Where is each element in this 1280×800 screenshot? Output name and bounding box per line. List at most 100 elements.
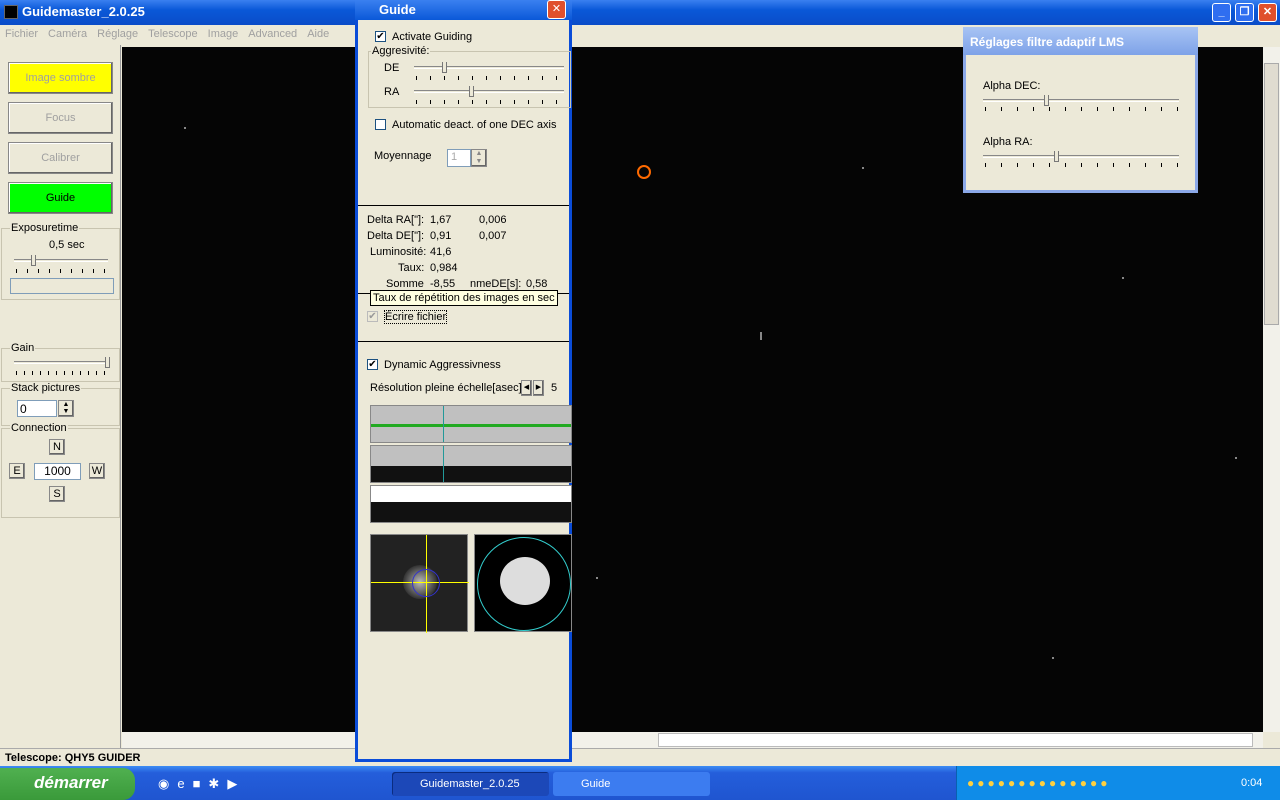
stack-input[interactable]: 0 [17, 400, 57, 417]
taskbar: démarrer ◉e■✱▶ Guidemaster_2.0.25 Guide … [0, 766, 1280, 800]
dynamic-aggressiveness-label: Dynamic Aggressivness [384, 359, 501, 371]
horizontal-scrollbar[interactable] [122, 732, 1263, 748]
resolution-label: Résolution pleine échelle[asec]: [370, 382, 525, 394]
menu-fichier[interactable]: Fichier [0, 25, 43, 43]
dark-image-button[interactable]: Image sombre [8, 62, 113, 94]
delta-ra-value-2: 0,006 [479, 214, 507, 226]
alpha-dec-slider[interactable] [983, 99, 1179, 102]
alpha-ra-thumb[interactable] [1054, 151, 1059, 162]
moyennage-input[interactable]: 1 [447, 149, 471, 167]
alpha-ra-slider[interactable] [983, 155, 1179, 158]
exposure-slider[interactable] [14, 259, 108, 262]
maximize-button[interactable]: ❐ [1235, 3, 1254, 22]
focus-button[interactable]: Focus [8, 102, 113, 134]
delta-de-label: Delta DE["]: [367, 230, 425, 242]
gain-slider-thumb[interactable] [105, 357, 110, 368]
quick-launch-icons[interactable]: ◉e■✱▶ [158, 776, 258, 792]
sum-de-label: nmeDE[s]: [470, 278, 522, 290]
guide-button[interactable]: Guide [8, 182, 113, 214]
exposure-slider-thumb[interactable] [31, 255, 36, 266]
rate-value: 0,984 [430, 262, 458, 274]
divider [358, 341, 569, 342]
task-guide[interactable]: Guide [553, 772, 710, 796]
delta-ra-value: 1,67 [430, 214, 452, 226]
divider [358, 205, 569, 206]
de-label: DE [384, 62, 400, 74]
menu-aide[interactable]: Aide [302, 25, 334, 43]
gain-group: Gain [1, 342, 120, 382]
sum-de-value: 0,58 [526, 278, 548, 290]
start-button[interactable]: démarrer [0, 768, 135, 800]
clock: 0:04 [1241, 777, 1263, 789]
dynamic-aggressiveness-checkbox[interactable]: ✔ [367, 359, 378, 370]
south-button[interactable]: S [49, 486, 65, 502]
delta-de-value-2: 0,007 [479, 230, 507, 242]
write-file-checkbox[interactable]: ✔ [367, 311, 378, 322]
auto-deact-label: Automatic deact. of one DEC axis [392, 119, 557, 131]
resolution-increase[interactable]: ▶ [533, 380, 544, 396]
stack-label: Stack pictures [10, 382, 82, 394]
tooltip: Taux de répétition des images en sec [370, 290, 558, 306]
slider-ticks [985, 107, 1181, 111]
vertical-scrollbar[interactable] [1263, 47, 1280, 732]
pulse-duration-input[interactable]: 1000 [34, 463, 81, 480]
moyennage-spinner[interactable]: ▲ ▼ [471, 149, 487, 167]
luminosity-label: Luminosité: [370, 246, 427, 258]
aggressiveness-group: Aggresivité: DE RA [368, 45, 571, 108]
delta-ra-label: Delta RA["]: [367, 214, 425, 226]
de-slider-thumb[interactable] [442, 62, 447, 73]
de-aggressiveness-slider[interactable] [414, 66, 564, 69]
gain-label: Gain [10, 342, 36, 354]
calibrate-button[interactable]: Calibrer [8, 142, 113, 174]
gain-slider[interactable] [14, 361, 108, 364]
resolution-value: 5 [551, 382, 558, 394]
east-button[interactable]: E [9, 463, 25, 479]
write-file-label: Écrire fichier [384, 310, 448, 324]
sum-value: -8,55 [430, 278, 456, 290]
ra-aggressiveness-slider[interactable] [414, 90, 564, 93]
alpha-ra-label: Alpha RA: [983, 136, 1033, 148]
guide-window: Guide ✕ ✔ Activate Guiding Aggresivité: … [355, 0, 572, 762]
menu-camera[interactable]: Caméra [43, 25, 92, 43]
slider-ticks [16, 269, 110, 273]
menu-image[interactable]: Image [203, 25, 244, 43]
progress-bar [10, 278, 114, 294]
system-tray: ●●●●●●●●●●●●●● 0:04 [956, 766, 1280, 800]
sum-label: Somme [386, 278, 424, 290]
luminosity-value: 41,6 [430, 246, 452, 258]
close-button[interactable]: ✕ [1258, 3, 1277, 22]
task-guidemaster[interactable]: Guidemaster_2.0.25 [392, 772, 549, 796]
menu-reglage[interactable]: Réglage [92, 25, 143, 43]
exposure-value: 0,5 sec [49, 239, 85, 251]
guide-star-marker [637, 165, 651, 179]
control-panel: Image sombre Focus Calibrer Guide Exposu… [0, 45, 121, 748]
activate-guiding-label: Activate Guiding [392, 31, 473, 43]
tray-icons[interactable]: ●●●●●●●●●●●●●● [967, 776, 1110, 790]
resolution-decrease[interactable]: ◀ [521, 380, 532, 396]
scatter-plot-view [474, 534, 572, 632]
exposure-group: Exposuretime 0,5 sec [1, 222, 120, 300]
menu-telescope[interactable]: Telescope [143, 25, 203, 43]
moyennage-label: Moyennage [374, 150, 432, 162]
activate-guiding-checkbox[interactable]: ✔ [375, 31, 386, 42]
app-title: Guidemaster_2.0.25 [22, 4, 145, 19]
stack-group: Stack pictures 0 ▲ ▼ [1, 382, 120, 426]
minimize-button[interactable]: _ [1212, 3, 1231, 22]
delta-de-value: 0,91 [430, 230, 452, 242]
guide-titlebar: Guide [355, 0, 572, 20]
auto-deact-checkbox[interactable] [375, 119, 386, 130]
connection-group: Connection N E 1000 W S [1, 422, 120, 518]
north-button[interactable]: N [49, 439, 65, 455]
de-error-graph [370, 445, 572, 483]
app-titlebar: Guidemaster_2.0.25 _ ❐ ✕ [0, 0, 1280, 25]
app-icon [4, 5, 18, 19]
menu-advanced[interactable]: Advanced [243, 25, 302, 43]
alpha-dec-thumb[interactable] [1044, 95, 1049, 106]
ra-slider-thumb[interactable] [469, 86, 474, 97]
west-button[interactable]: W [89, 463, 105, 479]
connection-label: Connection [10, 422, 68, 434]
stack-spinner[interactable]: ▲ ▼ [58, 400, 74, 417]
ra-label: RA [384, 86, 400, 98]
guide-close-button[interactable]: ✕ [547, 0, 566, 19]
lms-title: Réglages filtre adaptif LMS [963, 27, 1198, 55]
